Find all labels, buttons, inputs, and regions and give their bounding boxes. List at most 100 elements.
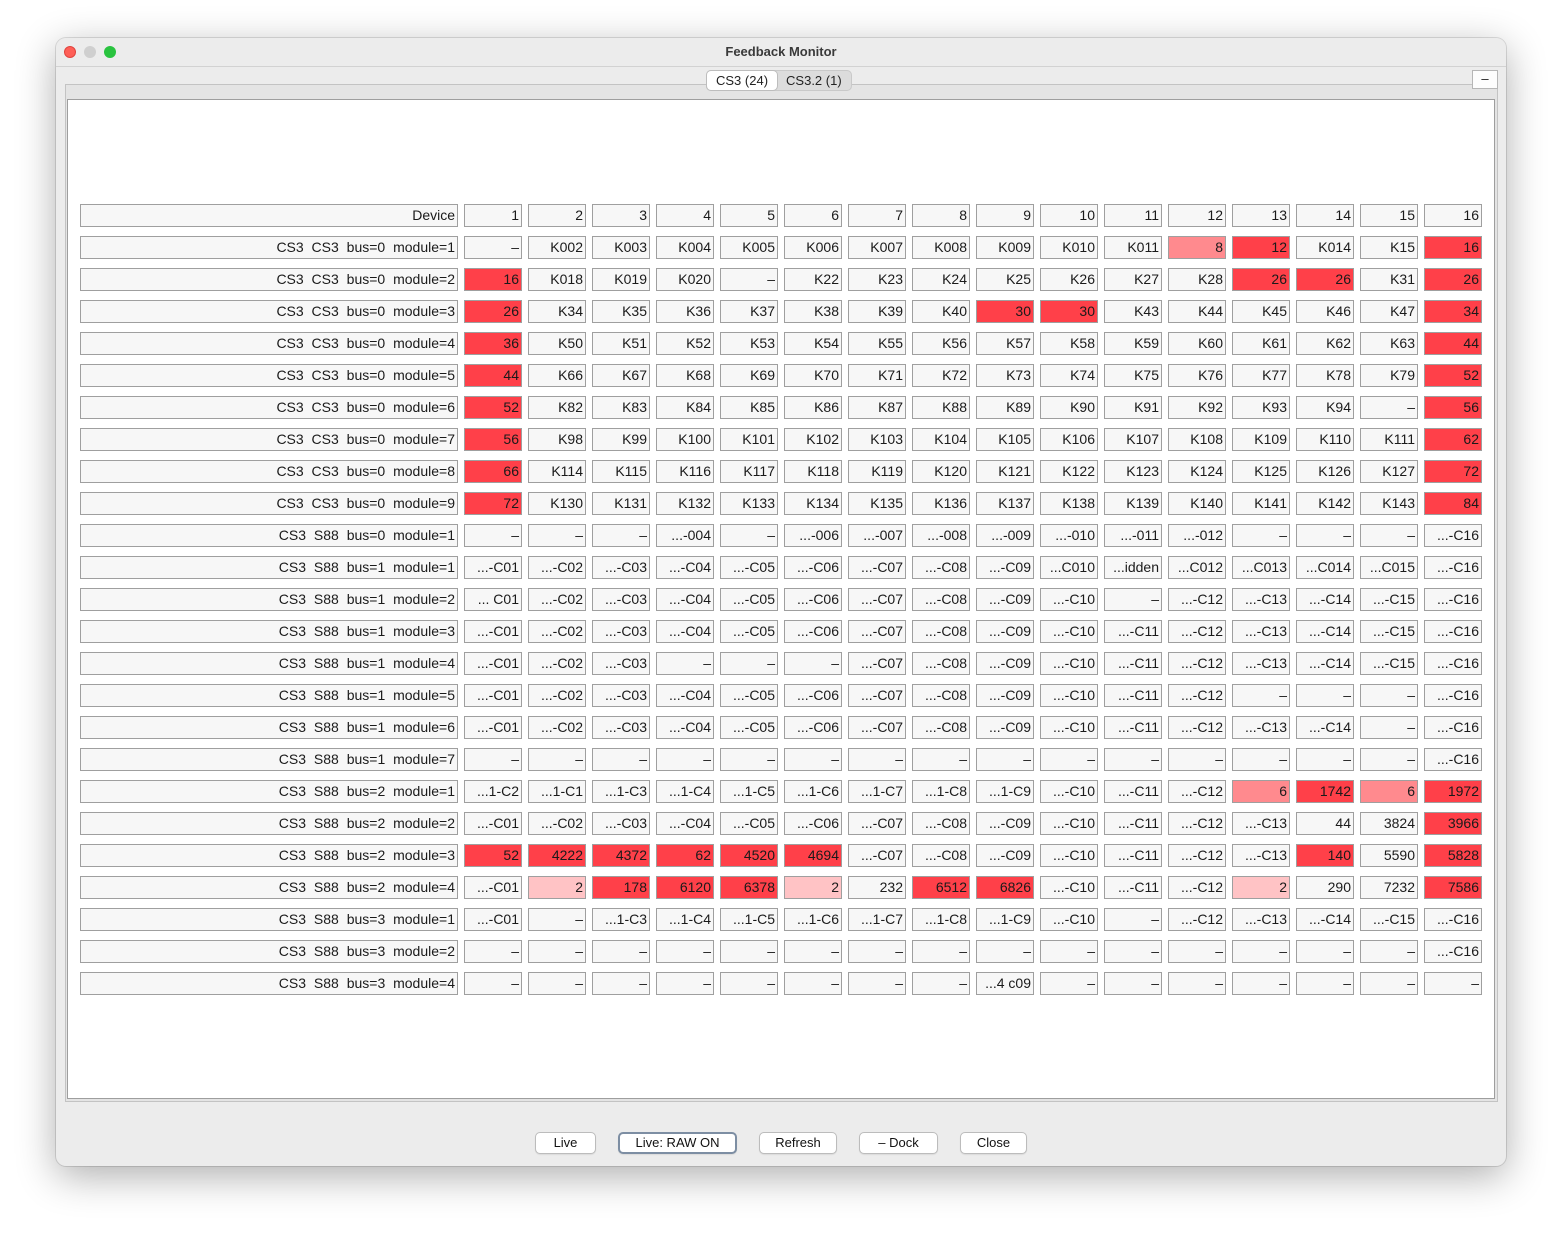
feedback-cell: K107 <box>1104 428 1162 451</box>
live-button[interactable]: Live <box>535 1132 596 1154</box>
feedback-cell: K98 <box>528 428 586 451</box>
feedback-cell: 16 <box>464 268 522 291</box>
feedback-cell: K134 <box>784 492 842 515</box>
feedback-cell: 6826 <box>976 876 1034 899</box>
feedback-cell: 56 <box>1424 396 1482 419</box>
feedback-cell: ...-007 <box>848 524 906 547</box>
feedback-cell: ...-C07 <box>848 652 906 675</box>
close-button[interactable]: Close <box>960 1132 1027 1154</box>
feedback-cell: 4520 <box>720 844 778 867</box>
feedback-cell: K008 <box>912 236 970 259</box>
feedback-cell: ...-C14 <box>1296 908 1354 931</box>
feedback-cell: K23 <box>848 268 906 291</box>
dock-button[interactable]: – Dock <box>859 1132 938 1154</box>
feedback-cell: ...-C01 <box>464 716 522 739</box>
refresh-button[interactable]: Refresh <box>759 1132 837 1154</box>
feedback-cell: K15 <box>1360 236 1418 259</box>
feedback-cell: ...1-C9 <box>976 780 1034 803</box>
feedback-cell: ...-009 <box>976 524 1034 547</box>
feedback-cell: ...-C12 <box>1168 620 1226 643</box>
feedback-cell: – <box>1040 940 1098 963</box>
button-bar: Live Live: RAW ON Refresh – Dock Close <box>56 1132 1506 1156</box>
feedback-cell: K006 <box>784 236 842 259</box>
feedback-cell: K62 <box>1296 332 1354 355</box>
feedback-cell: K143 <box>1360 492 1418 515</box>
feedback-cell: ...-C10 <box>1040 716 1098 739</box>
header-column-11: 11 <box>1104 204 1162 227</box>
feedback-cell: ...C013 <box>1232 556 1290 579</box>
feedback-cell: ...-C03 <box>592 620 650 643</box>
tab-cs3-2[interactable]: CS3.2 (1) <box>777 71 851 90</box>
feedback-cell: – <box>528 940 586 963</box>
feedback-cell: ...-C14 <box>1296 620 1354 643</box>
feedback-cell: K009 <box>976 236 1034 259</box>
feedback-cell: ...-C16 <box>1424 716 1482 739</box>
live-raw-button[interactable]: Live: RAW ON <box>618 1132 737 1154</box>
row-device-label: CS3 S88 bus=3 module=4 <box>80 972 458 995</box>
feedback-cell: ...-C09 <box>976 684 1034 707</box>
row-device-label: CS3 S88 bus=1 module=4 <box>80 652 458 675</box>
feedback-cell: – <box>592 748 650 771</box>
feedback-cell: ...1-C8 <box>912 780 970 803</box>
feedback-cell: – <box>720 940 778 963</box>
feedback-grid-panel: Device 1 2 3 4 5 6 7 8 9 10 11 12 13 14 15 16 CS3 CS3 bus… <box>67 99 1495 1099</box>
feedback-cell: – <box>912 940 970 963</box>
feedback-cell: 66 <box>464 460 522 483</box>
feedback-cell: ...-C16 <box>1424 620 1482 643</box>
feedback-cell: K010 <box>1040 236 1098 259</box>
feedback-cell: ...-C05 <box>720 556 778 579</box>
feedback-cell: – <box>1424 972 1482 995</box>
feedback-cell: – <box>1296 684 1354 707</box>
header-column-16: 16 <box>1424 204 1482 227</box>
feedback-cell: ...-C13 <box>1232 844 1290 867</box>
feedback-cell: – <box>1104 748 1162 771</box>
feedback-cell: – <box>592 972 650 995</box>
feedback-cell: K88 <box>912 396 970 419</box>
feedback-cell: K003 <box>592 236 650 259</box>
feedback-cell: K72 <box>912 364 970 387</box>
row-device-label: CS3 CS3 bus=0 module=6 <box>80 396 458 419</box>
feedback-cell: ...-C12 <box>1168 684 1226 707</box>
feedback-cell: K52 <box>656 332 714 355</box>
feedback-cell: K25 <box>976 268 1034 291</box>
feedback-cell: ...-C03 <box>592 652 650 675</box>
feedback-cell: 36 <box>464 332 522 355</box>
tab-cs3[interactable]: CS3 (24) <box>707 71 778 90</box>
feedback-cell: ...4 c09 <box>976 972 1034 995</box>
feedback-cell: ...-C03 <box>592 684 650 707</box>
collapse-button[interactable]: – <box>1472 70 1498 89</box>
header-column-14: 14 <box>1296 204 1354 227</box>
row-device-label: CS3 CS3 bus=0 module=5 <box>80 364 458 387</box>
feedback-cell: ...-C07 <box>848 844 906 867</box>
row-device-label: CS3 S88 bus=1 module=1 <box>80 556 458 579</box>
feedback-cell: – <box>1232 972 1290 995</box>
header-column-13: 13 <box>1232 204 1290 227</box>
feedback-cell: K36 <box>656 300 714 323</box>
feedback-cell: ...-C13 <box>1232 652 1290 675</box>
feedback-cell: 140 <box>1296 844 1354 867</box>
feedback-cell: ...-C07 <box>848 556 906 579</box>
feedback-cell: K89 <box>976 396 1034 419</box>
feedback-cell: K84 <box>656 396 714 419</box>
feedback-cell: ...1-C5 <box>720 780 778 803</box>
header-column-10: 10 <box>1040 204 1098 227</box>
row-device-label: CS3 CS3 bus=0 module=8 <box>80 460 458 483</box>
feedback-cell: – <box>976 748 1034 771</box>
feedback-cell: 6512 <box>912 876 970 899</box>
feedback-cell: ...1-C6 <box>784 780 842 803</box>
feedback-cell: ...-011 <box>1104 524 1162 547</box>
feedback-cell: – <box>656 972 714 995</box>
feedback-cell: ...-C11 <box>1104 652 1162 675</box>
feedback-cell: – <box>464 748 522 771</box>
feedback-cell: ...-C12 <box>1168 716 1226 739</box>
feedback-cell: ...-C16 <box>1424 908 1482 931</box>
feedback-cell: ...-C16 <box>1424 524 1482 547</box>
feedback-cell: 6 <box>1360 780 1418 803</box>
header-device: Device <box>80 204 458 227</box>
feedback-cell: 4222 <box>528 844 586 867</box>
row-device-label: CS3 CS3 bus=0 module=2 <box>80 268 458 291</box>
feedback-cell: ...-C12 <box>1168 780 1226 803</box>
feedback-cell: ...-C16 <box>1424 556 1482 579</box>
feedback-cell: K135 <box>848 492 906 515</box>
feedback-cell: ...1-C4 <box>656 908 714 931</box>
